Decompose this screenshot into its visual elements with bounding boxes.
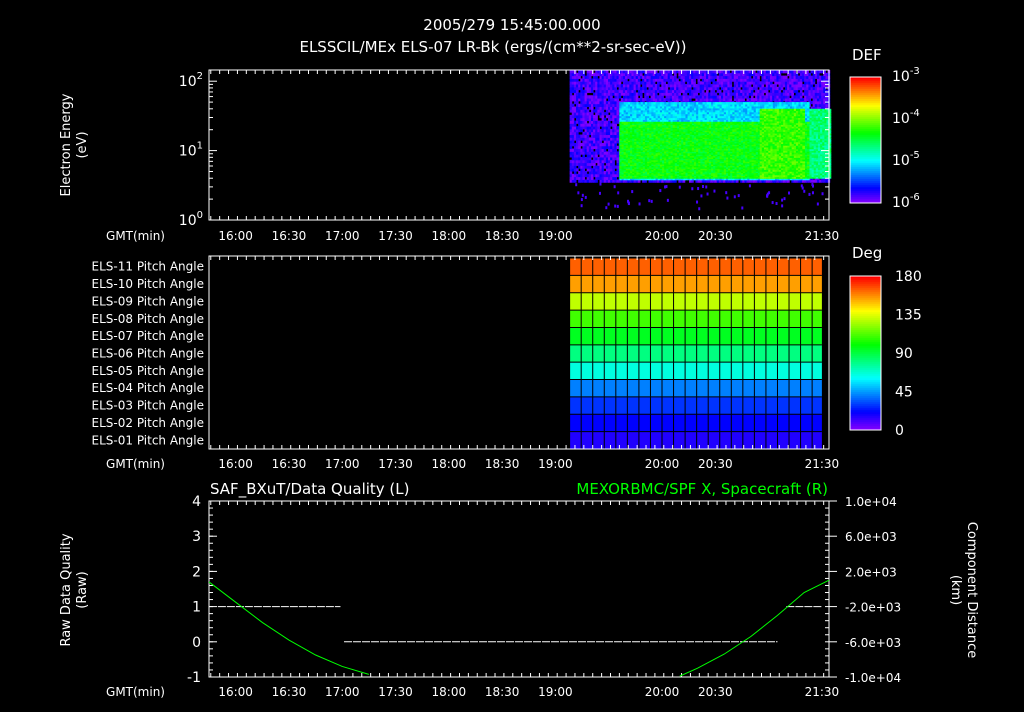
panel1-title: ELSSCIL/MEx ELS-07 LR-Bk (ergs/(cm**2-sr… (299, 38, 686, 56)
datetime-title: 2005/279 15:45:00.000 (423, 16, 600, 34)
energy-spectrogram-panel: GMT(min) 16:00 16:30 17:00 17:30 18:00 18:30 19… (106, 66, 920, 243)
plot-canvas: 2005/279 15:45:00.000 ELSSCIL/MEx ELS-07… (59, 16, 979, 699)
